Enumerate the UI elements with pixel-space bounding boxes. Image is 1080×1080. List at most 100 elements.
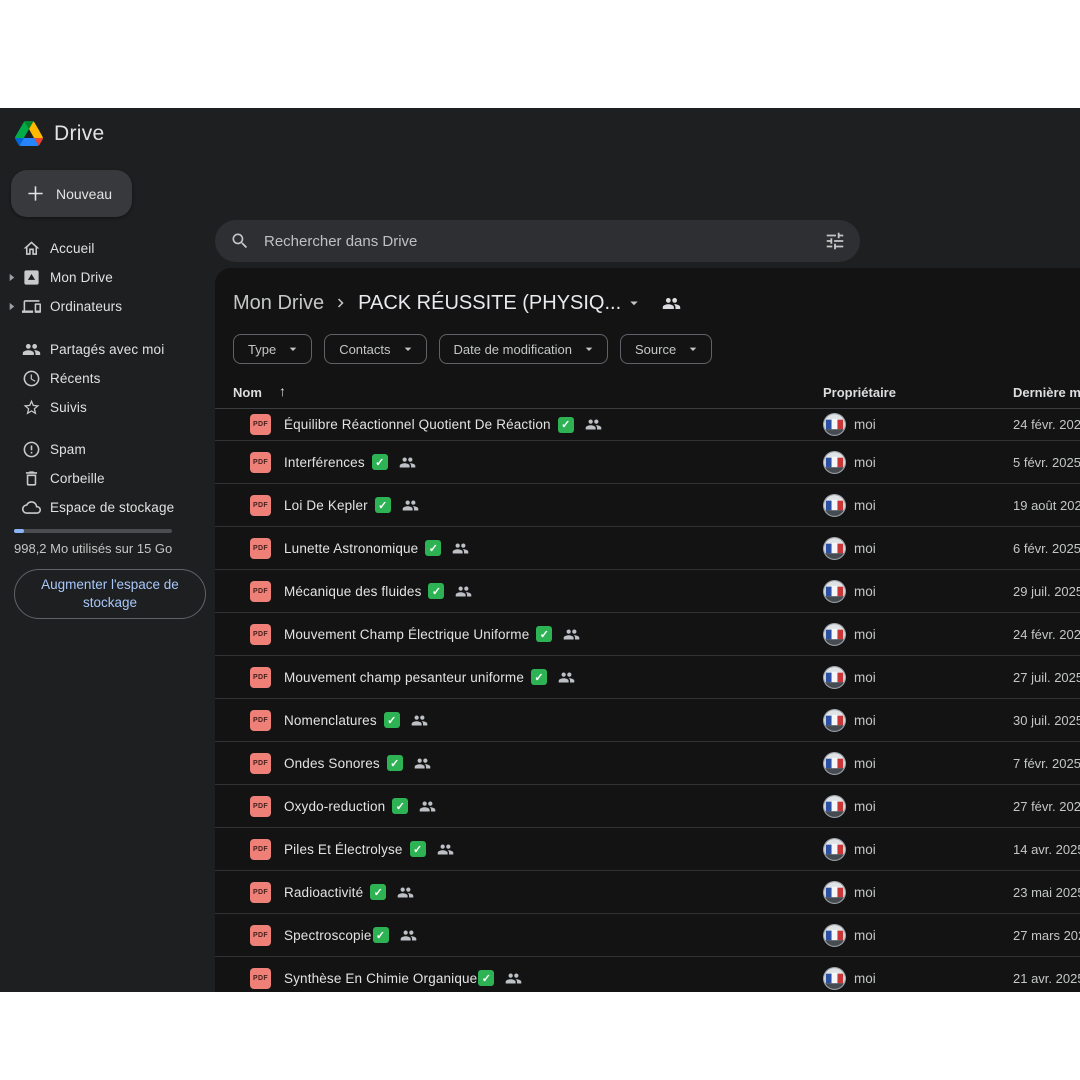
owner-name: moi	[854, 928, 876, 943]
home-icon	[22, 239, 41, 258]
owner-cell: moi	[823, 957, 876, 992]
chevron-down-icon	[581, 341, 597, 357]
sidebar-item-corbeille[interactable]: Corbeille	[0, 464, 215, 493]
table-row[interactable]: PDF Interférences ✓ moi 5 févr. 2025	[215, 441, 1080, 484]
file-name: Synthèse En Chimie Organique	[284, 971, 477, 986]
table-header: Nom ↑ Propriétaire Dernière modification	[215, 381, 1080, 409]
filter-chip-label: Contacts	[339, 342, 390, 357]
sidebar-item-espace-de-stockage[interactable]: Espace de stockage	[0, 493, 215, 522]
owner-name: moi	[854, 670, 876, 685]
owner-name: moi	[854, 971, 876, 986]
green-check-icon: ✓	[384, 712, 400, 728]
file-name-group: PDF Ondes Sonores ✓	[250, 742, 431, 784]
sidebar-item-recents[interactable]: Récents	[0, 364, 215, 393]
sidebar-item-label: Ordinateurs	[50, 299, 122, 314]
chevron-down-icon	[400, 341, 416, 357]
owner-cell: moi	[823, 656, 876, 698]
modified-date: 30 juil. 2025	[1013, 699, 1080, 741]
breadcrumb-current-folder[interactable]: PACK RÉUSSITE (PHYSIQ...	[358, 292, 621, 315]
table-row[interactable]: PDF Mécanique des fluides ✓ moi 29 juil.…	[215, 570, 1080, 613]
file-name-group: PDF Oxydo-reduction ✓	[250, 785, 436, 827]
file-name: Ondes Sonores	[284, 756, 380, 771]
green-check-icon: ✓	[536, 626, 552, 642]
owner-name: moi	[854, 455, 876, 470]
table-row[interactable]: PDF Loi De Kepler ✓ moi 19 août 2025	[215, 484, 1080, 527]
file-name-group: PDF Mécanique des fluides ✓	[250, 570, 472, 612]
filter-chip-label: Source	[635, 342, 676, 357]
search-icon[interactable]	[230, 231, 250, 251]
owner-cell: moi	[823, 828, 876, 870]
table-row[interactable]: PDF Nomenclatures ✓ moi 30 juil. 2025	[215, 699, 1080, 742]
shared-people-icon	[397, 884, 414, 901]
chevron-down-icon	[285, 341, 301, 357]
upgrade-storage-button[interactable]: Augmenter l'espace de stockage	[14, 569, 206, 619]
expand-caret-icon[interactable]	[7, 273, 16, 282]
table-row[interactable]: PDF Oxydo-reduction ✓ moi 27 févr. 2025	[215, 785, 1080, 828]
table-row[interactable]: PDF Mouvement Champ Électrique Uniforme …	[215, 613, 1080, 656]
column-header-owner[interactable]: Propriétaire	[823, 385, 896, 400]
filter-chip-type[interactable]: Type	[233, 334, 312, 364]
file-name: Mouvement champ pesanteur uniforme	[284, 670, 524, 685]
table-row[interactable]: PDF Équilibre Réactionnel Quotient De Ré…	[215, 409, 1080, 441]
people-icon	[22, 340, 41, 359]
sidebar-item-accueil[interactable]: Accueil	[0, 234, 215, 263]
sidebar-item-ordinateurs[interactable]: Ordinateurs	[0, 292, 215, 321]
sidebar-item-mon-drive[interactable]: Mon Drive	[0, 263, 215, 292]
sidebar-item-label: Mon Drive	[50, 270, 113, 285]
green-check-icon: ✓	[410, 841, 426, 857]
breadcrumb-root[interactable]: Mon Drive	[233, 292, 324, 315]
column-header-modified[interactable]: Dernière modification	[1013, 385, 1080, 400]
modified-date: 27 févr. 2025	[1013, 785, 1080, 827]
file-name-group: PDF Lunette Astronomique ✓	[250, 527, 469, 569]
file-name-group: PDF Interférences ✓	[250, 441, 416, 483]
table-row[interactable]: PDF Piles Et Électrolyse ✓ moi 14 avr. 2…	[215, 828, 1080, 871]
filter-chip-date-de-modification[interactable]: Date de modification	[439, 334, 609, 364]
table-row[interactable]: PDF Lunette Astronomique ✓ moi 6 févr. 2…	[215, 527, 1080, 570]
modified-date: 19 août 2025	[1013, 484, 1080, 526]
file-name: Mécanique des fluides	[284, 584, 421, 599]
tune-icon	[824, 230, 846, 252]
table-row[interactable]: PDF Ondes Sonores ✓ moi 7 févr. 2025	[215, 742, 1080, 785]
drive-icon	[22, 268, 41, 287]
sidebar-item-spam[interactable]: Spam	[0, 435, 215, 464]
sort-ascending-icon[interactable]: ↑	[279, 383, 286, 399]
folder-menu-caret-icon[interactable]	[625, 294, 643, 312]
shared-people-icon	[414, 755, 431, 772]
owner-avatar	[823, 580, 846, 603]
sidebar-item-partages-avec-moi[interactable]: Partagés avec moi	[0, 335, 215, 364]
owner-cell: moi	[823, 699, 876, 741]
table-row[interactable]: PDF Radioactivité ✓ moi 23 mai 2025	[215, 871, 1080, 914]
trash-icon	[22, 469, 41, 488]
column-header-name[interactable]: Nom	[233, 385, 262, 400]
filter-chip-source[interactable]: Source	[620, 334, 712, 364]
modified-date: 24 févr. 2025	[1013, 409, 1080, 440]
table-row[interactable]: PDF Mouvement champ pesanteur uniforme ✓…	[215, 656, 1080, 699]
plus-icon	[26, 184, 45, 203]
green-check-icon: ✓	[531, 669, 547, 685]
file-name-group: PDF Radioactivité ✓	[250, 871, 414, 913]
pdf-file-icon: PDF	[250, 796, 271, 817]
new-button[interactable]: Nouveau	[11, 170, 132, 217]
search-input[interactable]	[264, 233, 824, 250]
modified-date: 27 juil. 2025	[1013, 656, 1080, 698]
pdf-file-icon: PDF	[250, 710, 271, 731]
search-options-button[interactable]	[824, 230, 846, 252]
clock-icon	[22, 369, 41, 388]
shared-people-icon	[419, 798, 436, 815]
table-row[interactable]: PDF Synthèse En Chimie Organique ✓ moi 2…	[215, 957, 1080, 992]
shared-people-icon	[400, 927, 417, 944]
new-button-label: Nouveau	[56, 186, 112, 202]
expand-caret-icon[interactable]	[7, 302, 16, 311]
owner-avatar	[823, 451, 846, 474]
filter-chip-contacts[interactable]: Contacts	[324, 334, 426, 364]
modified-date: 29 juil. 2025	[1013, 570, 1080, 612]
search-bar[interactable]	[215, 220, 860, 262]
modified-date: 6 févr. 2025	[1013, 527, 1080, 569]
owner-cell: moi	[823, 409, 876, 440]
sidebar-item-suivis[interactable]: Suivis	[0, 393, 215, 422]
pdf-file-icon: PDF	[250, 925, 271, 946]
owner-cell: moi	[823, 785, 876, 827]
folder-shared-icon[interactable]	[662, 294, 681, 313]
table-row[interactable]: PDF Spectroscopie ✓ moi 27 mars 2025	[215, 914, 1080, 957]
sidebar-item-label: Récents	[50, 371, 101, 386]
